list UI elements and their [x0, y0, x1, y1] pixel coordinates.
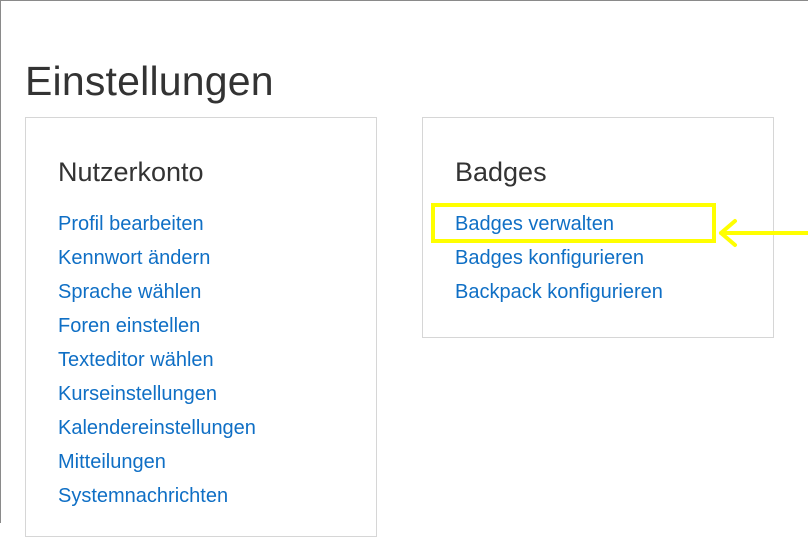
list-item: Sprache wählen	[58, 275, 256, 309]
list-item: Kalendereinstellungen	[58, 411, 256, 445]
profile-edit-link[interactable]: Profil bearbeiten	[58, 213, 204, 235]
list-item: Profil bearbeiten	[58, 207, 256, 241]
forum-settings-link[interactable]: Foren einstellen	[58, 315, 200, 337]
list-item: Backpack konfigurieren	[455, 275, 663, 309]
account-card-title: Nutzerkonto	[58, 157, 204, 187]
system-messages-link[interactable]: Systemnachrichten	[58, 485, 228, 507]
calendar-settings-link[interactable]: Kalendereinstellungen	[58, 417, 256, 439]
manage-badges-link[interactable]: Badges verwalten	[455, 213, 614, 235]
list-item: Systemnachrichten	[58, 479, 256, 513]
list-item: Badges konfigurieren	[455, 241, 663, 275]
list-item: Mitteilungen	[58, 445, 256, 479]
list-item: Texteditor wählen	[58, 343, 256, 377]
screenshot-frame: Einstellungen Nutzerkonto Profil bearbei…	[0, 0, 808, 537]
badges-card: Badges Badges verwalten Badges konfiguri…	[422, 117, 774, 338]
course-settings-link[interactable]: Kurseinstellungen	[58, 383, 217, 405]
list-item: Kurseinstellungen	[58, 377, 256, 411]
configure-backpack-link[interactable]: Backpack konfigurieren	[455, 281, 663, 303]
list-item: Badges verwalten	[455, 207, 663, 241]
list-item: Kennwort ändern	[58, 241, 256, 275]
badges-card-title: Badges	[455, 157, 547, 187]
change-password-link[interactable]: Kennwort ändern	[58, 247, 210, 269]
account-links-list: Profil bearbeiten Kennwort ändern Sprach…	[58, 207, 256, 513]
notifications-link[interactable]: Mitteilungen	[58, 451, 166, 473]
language-select-link[interactable]: Sprache wählen	[58, 281, 201, 303]
account-settings-card: Nutzerkonto Profil bearbeiten Kennwort ä…	[25, 117, 377, 537]
text-editor-link[interactable]: Texteditor wählen	[58, 349, 214, 371]
page-title: Einstellungen	[25, 58, 274, 104]
configure-badges-link[interactable]: Badges konfigurieren	[455, 247, 644, 269]
list-item: Foren einstellen	[58, 309, 256, 343]
badges-links-list: Badges verwalten Badges konfigurieren Ba…	[455, 207, 663, 309]
